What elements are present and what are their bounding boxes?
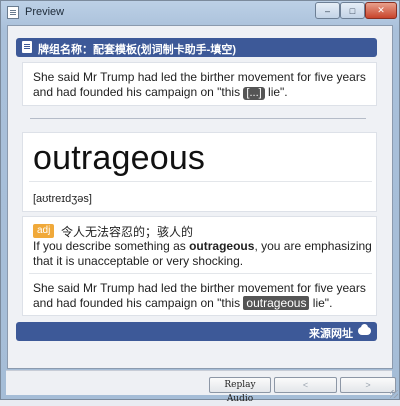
headword-card: outrageous [aʊtreɪdʒəs]	[22, 132, 377, 212]
front-back-divider	[30, 118, 366, 119]
chinese-definition: 令人无法容忍的；骇人的	[61, 225, 194, 239]
replay-audio-button[interactable]: Replay Audio	[209, 377, 271, 404]
chevron-right-icon: >	[365, 380, 371, 390]
example-sentence: She said Mr Trump had led the birther mo…	[33, 281, 373, 311]
highlighted-word: outrageous	[243, 296, 310, 310]
front-sentence-after: lie".	[264, 85, 288, 99]
definition-card: adj 令人无法容忍的；骇人的 If you describe somethin…	[22, 216, 377, 316]
english-definition-before: If you describe something as	[33, 239, 190, 253]
example-sentence-after: lie".	[309, 296, 333, 310]
english-definition-bold: outrageous	[189, 239, 255, 253]
minimize-button[interactable]: –	[315, 2, 340, 19]
cloze-placeholder: [...]	[243, 87, 265, 100]
title-bar[interactable]: Preview – □ ✕	[1, 1, 399, 25]
headword: outrageous	[33, 139, 206, 177]
close-icon: ✕	[377, 5, 385, 15]
chevron-left-icon: <	[302, 380, 309, 390]
minimize-icon: –	[324, 5, 330, 16]
front-sentence: She said Mr Trump had led the birther mo…	[33, 70, 373, 100]
maximize-button[interactable]: □	[340, 2, 365, 19]
phonetic: [aʊtreɪdʒəs]	[33, 193, 92, 205]
part-of-speech-badge: adj	[33, 224, 55, 238]
front-sentence-card: She said Mr Trump had led the birther mo…	[22, 62, 377, 106]
document-icon	[22, 41, 32, 53]
phonetic-divider	[29, 181, 372, 182]
cloud-icon	[358, 324, 371, 335]
english-definition: If you describe something as outrageous,…	[33, 239, 373, 269]
bottom-toolbar: Replay Audio < >	[6, 370, 396, 404]
deck-title-bar: 牌组名称：配套模板(划词制卡助手-填空)	[16, 38, 377, 57]
deck-title: 牌组名称：配套模板(划词制卡助手-填空)	[38, 44, 236, 56]
definition-divider	[29, 273, 372, 274]
front-sentence-before: She said Mr Trump had led the birther mo…	[33, 70, 366, 99]
next-button[interactable]: >	[340, 377, 396, 393]
window-title: Preview	[25, 6, 65, 18]
previous-button[interactable]: <	[274, 377, 337, 393]
source-bar[interactable]: 来源网址	[16, 322, 377, 341]
close-button[interactable]: ✕	[365, 2, 397, 19]
app-icon	[7, 6, 19, 19]
maximize-icon: □	[349, 5, 356, 16]
source-link[interactable]: 来源网址	[309, 325, 353, 341]
resize-grip-icon[interactable]	[390, 390, 398, 398]
